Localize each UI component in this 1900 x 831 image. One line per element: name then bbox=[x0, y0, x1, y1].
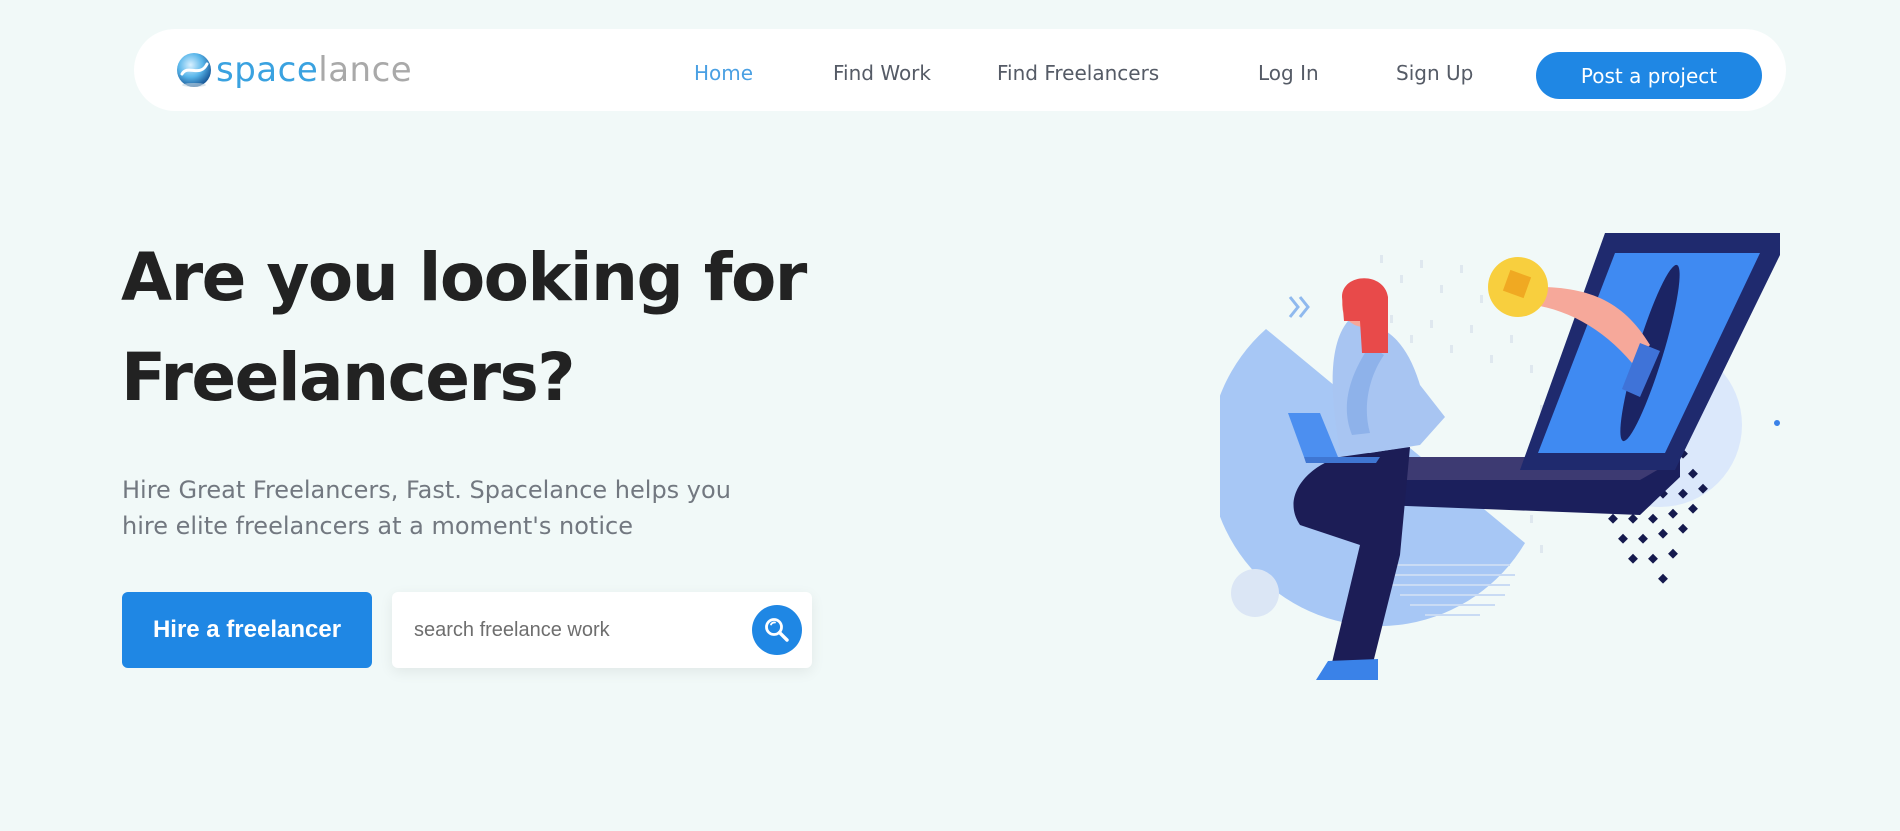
nav-find-freelancers-link[interactable]: Find Freelancers bbox=[997, 63, 1159, 83]
nav-signup-link[interactable]: Sign Up bbox=[1396, 63, 1473, 83]
hero-title: Are you looking for Freelancers? bbox=[121, 228, 841, 428]
edge-dot-decoration bbox=[1774, 420, 1780, 426]
hero-title-line2: Freelancers? bbox=[121, 339, 576, 416]
hero-illustration bbox=[1220, 233, 1780, 680]
post-project-button[interactable]: Post a project bbox=[1536, 52, 1762, 99]
brand-name-part2: lance bbox=[318, 50, 413, 90]
small-laptop-base bbox=[1304, 457, 1380, 463]
hero-subtitle-line1: Hire Great Freelancers, Fast. Spacelance… bbox=[122, 476, 731, 504]
nav-find-work-link[interactable]: Find Work bbox=[833, 63, 931, 83]
nav-home-link[interactable]: Home bbox=[694, 63, 753, 83]
search-box bbox=[392, 592, 812, 668]
globe-logo-icon bbox=[177, 53, 211, 87]
small-circle-decoration bbox=[1231, 569, 1279, 617]
brand-name-part1: space bbox=[216, 50, 319, 90]
search-input[interactable] bbox=[414, 612, 734, 648]
chevron-decoration-icon bbox=[1288, 296, 1310, 318]
person-shoe-shape bbox=[1316, 659, 1378, 680]
top-navbar: spacelance Home Find Work Find Freelance… bbox=[134, 29, 1786, 111]
search-icon bbox=[765, 618, 789, 642]
person-torso-shape bbox=[1332, 321, 1445, 453]
hero-title-line1: Are you looking for bbox=[121, 239, 807, 316]
brand-logo[interactable]: spacelance bbox=[176, 49, 412, 91]
hire-freelancer-button[interactable]: Hire a freelancer bbox=[122, 592, 372, 668]
hero-subtitle-line2: hire elite freelancers at a moment's not… bbox=[122, 512, 633, 540]
nav-login-link[interactable]: Log In bbox=[1258, 63, 1319, 83]
hero-subtitle: Hire Great Freelancers, Fast. Spacelance… bbox=[122, 472, 762, 544]
search-button[interactable] bbox=[752, 605, 802, 655]
